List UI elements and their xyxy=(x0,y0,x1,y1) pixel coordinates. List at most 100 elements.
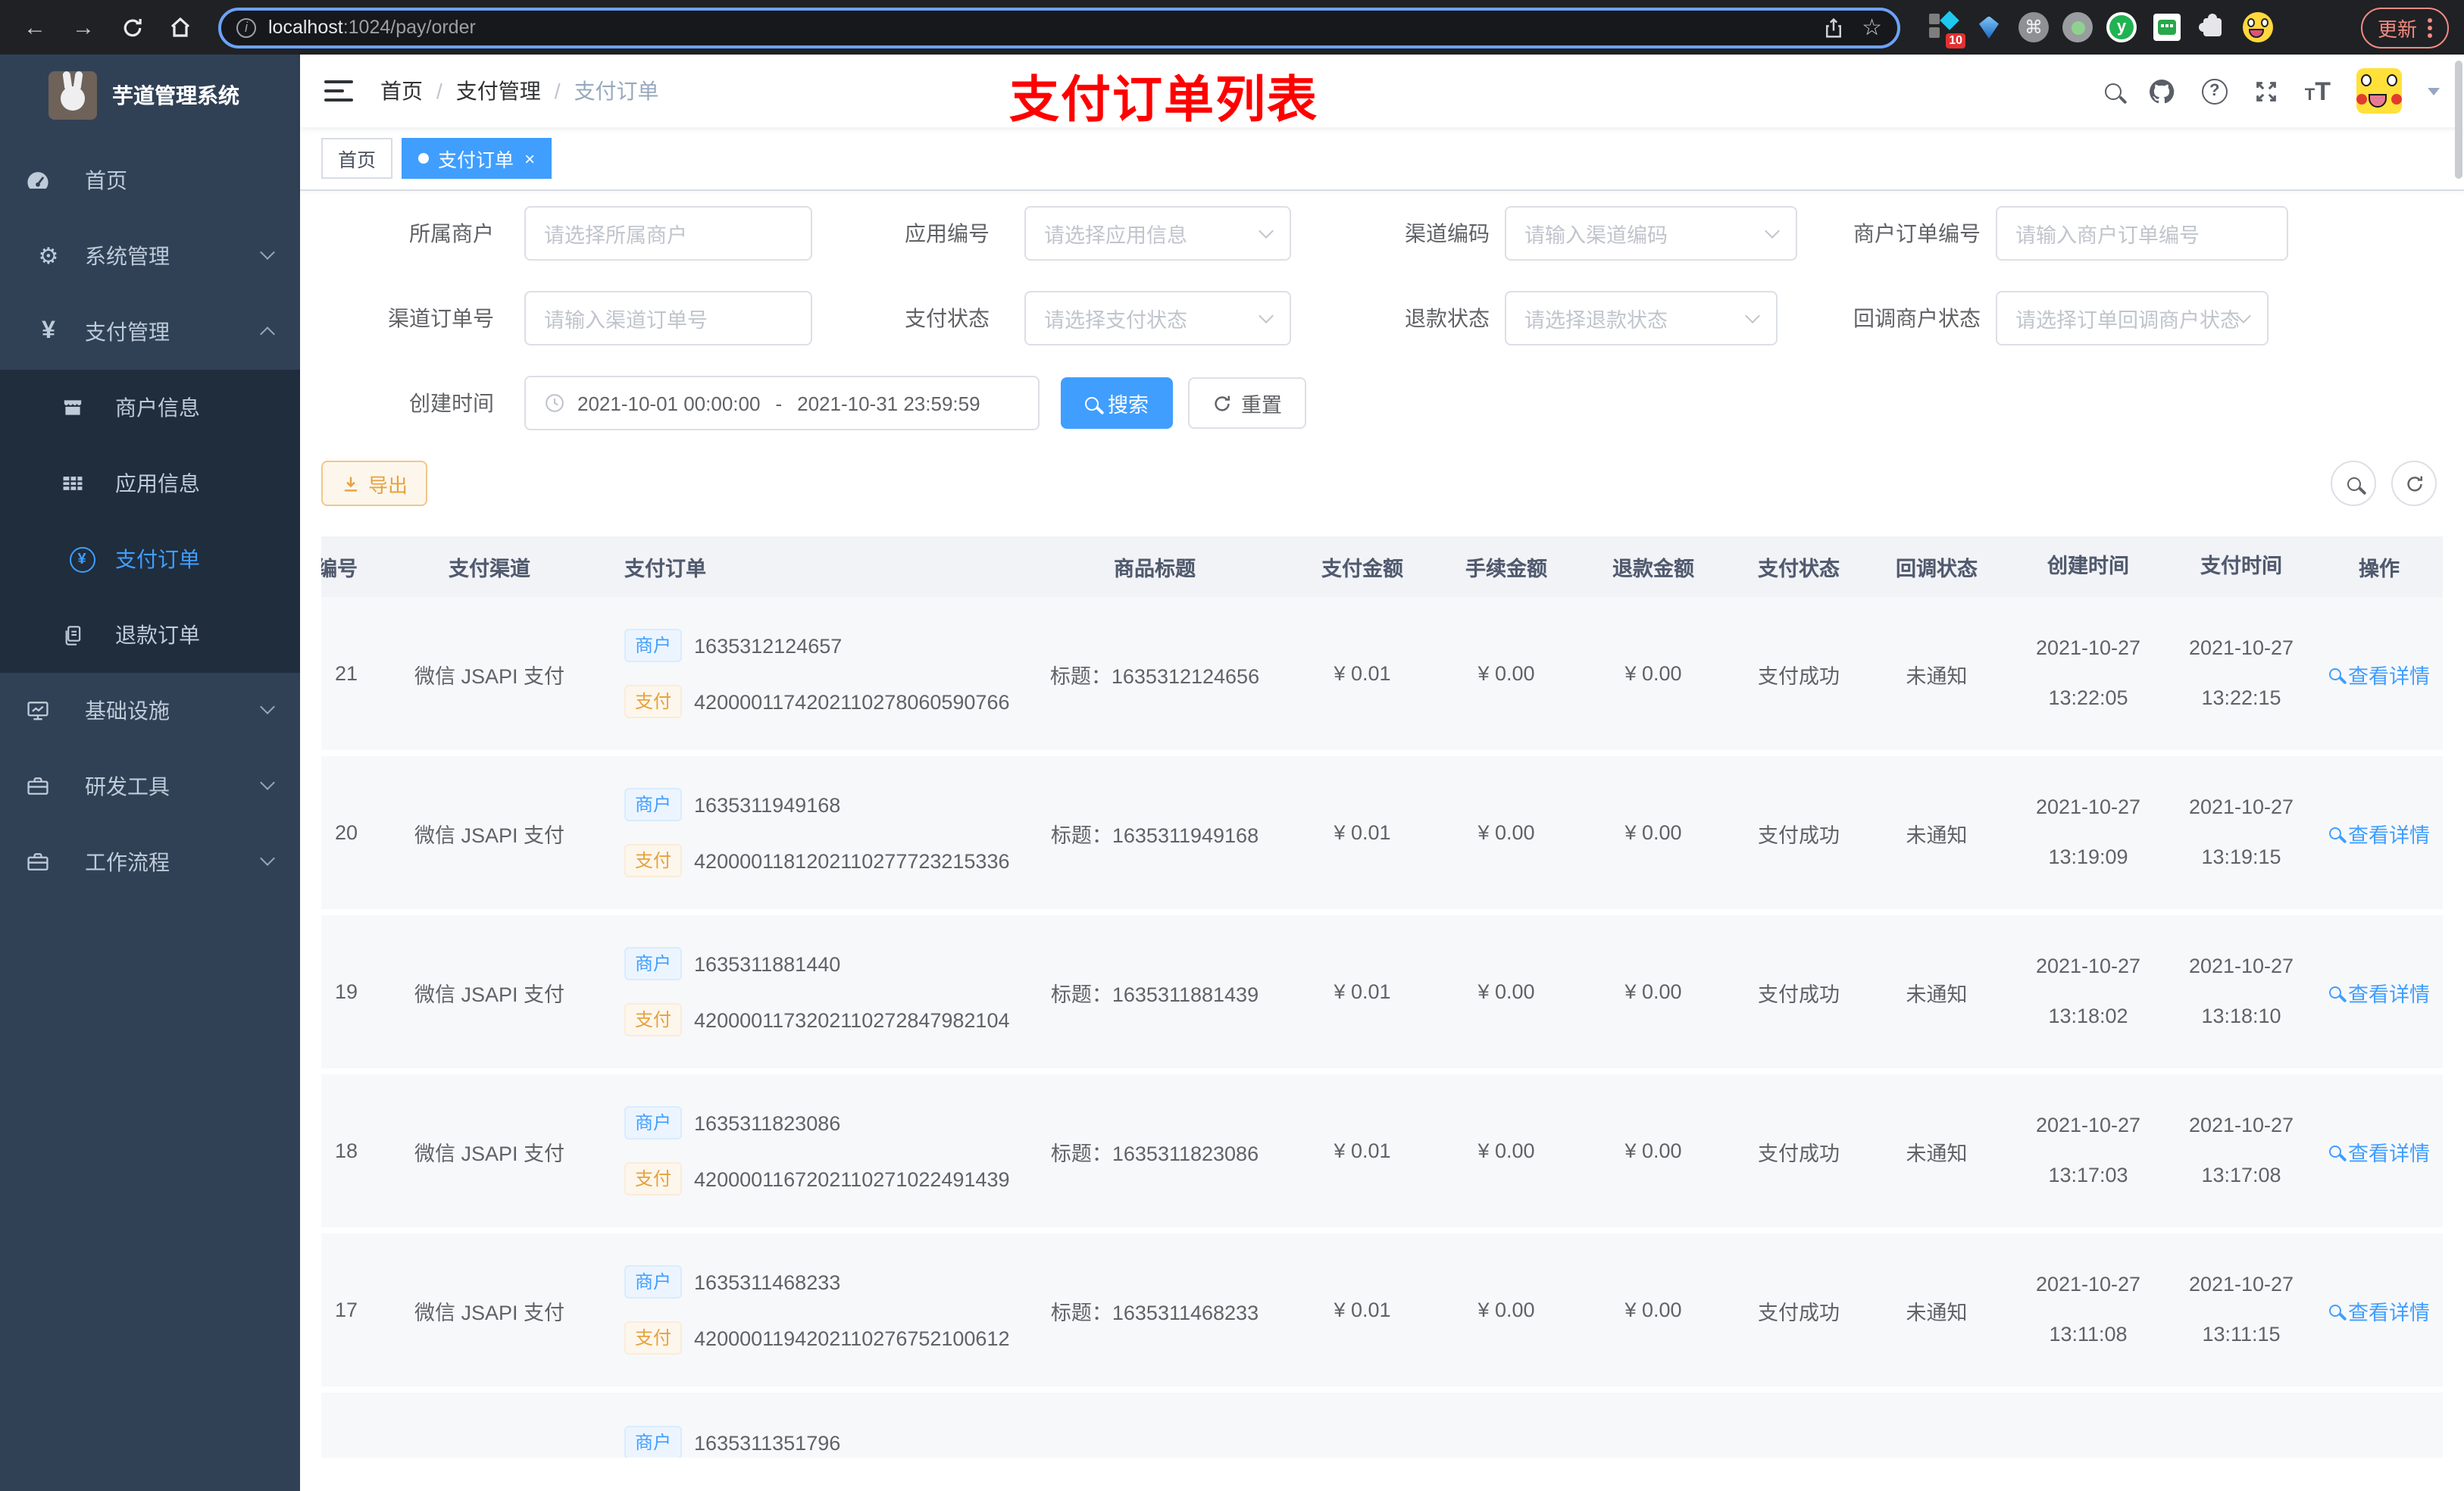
sidebar-menu: 首页 ⚙ 系统管理 ¥ 支付管理 商户信息 应用信息 ¥ 支付订单 退款订单 基… xyxy=(0,142,300,900)
pay-status-select[interactable]: 请选择支付状态 xyxy=(1024,291,1291,345)
view-detail-link[interactable]: 查看详情 xyxy=(2328,977,2430,1007)
refund-amount: ¥ 0.00 xyxy=(1624,1139,1682,1162)
tab-label: 支付订单 xyxy=(438,150,514,171)
merchant-tag: 商户 xyxy=(624,947,683,980)
view-detail-link[interactable]: 查看详情 xyxy=(2328,1136,2430,1166)
search-toggle-button[interactable] xyxy=(2331,461,2376,506)
merchant-order-no: 1635311949168 xyxy=(694,793,841,816)
extension-icon-dot[interactable] xyxy=(2062,12,2093,42)
col-header-amount: 支付金额 xyxy=(1321,558,1403,580)
export-button[interactable]: 导出 xyxy=(321,461,428,506)
fullscreen-icon[interactable] xyxy=(2253,78,2279,104)
sidebar-toggle-icon[interactable] xyxy=(324,80,353,102)
refresh-button[interactable] xyxy=(2391,461,2437,506)
monitor-icon xyxy=(27,699,64,723)
breadcrumb-section[interactable]: 支付管理 xyxy=(456,76,541,106)
view-detail-link[interactable]: 查看详情 xyxy=(2328,658,2430,689)
gear-icon: ⚙ xyxy=(38,244,59,270)
bookmark-star-icon[interactable]: ☆ xyxy=(1862,14,1882,41)
goods-title: 标题：1635311881439 xyxy=(1050,983,1259,1005)
orders-table: 编号 支付渠道 支付订单 商品标题 支付金额 手续金额 退款金额 支付状态 回调… xyxy=(321,536,2443,1458)
filter-label-pay-status: 支付状态 xyxy=(905,306,990,330)
user-menu-caret-icon[interactable] xyxy=(2428,87,2440,95)
sidebar-item-dev-tools[interactable]: 研发工具 xyxy=(0,749,300,824)
sidebar-item-merchant-info[interactable]: 商户信息 xyxy=(0,370,300,445)
share-icon[interactable] xyxy=(1822,16,1843,39)
create-time: 2021-10-27 13:22:05 xyxy=(2035,636,2141,708)
sidebar-item-label: 研发工具 xyxy=(85,774,170,799)
extension-icon-command[interactable]: ⌘ xyxy=(2018,12,2049,42)
col-header-notify: 回调状态 xyxy=(1896,558,1978,580)
pay-time: 2021-10-27 13:22:15 xyxy=(2188,636,2294,708)
goods-title: 标题：1635311823086 xyxy=(1050,1142,1259,1164)
sidebar-item-label: 退款订单 xyxy=(115,623,200,647)
col-header-channel: 支付渠道 xyxy=(449,558,530,580)
placeholder: 请选择支付状态 xyxy=(1044,309,1187,332)
merchant-tag: 商户 xyxy=(624,1426,683,1458)
forward-icon[interactable]: → xyxy=(64,8,103,47)
chevron-down-icon xyxy=(1745,308,1760,324)
extension-icon-chat[interactable] xyxy=(2150,11,2182,43)
col-header-create-time: 创建时间 xyxy=(2047,554,2129,577)
reload-icon[interactable] xyxy=(112,8,152,47)
magnifier-icon xyxy=(2328,986,2340,998)
url-host: localhost xyxy=(268,17,343,38)
browser-menu-icon[interactable] xyxy=(2428,17,2432,37)
scrollbar-thumb[interactable] xyxy=(2455,61,2462,179)
home-icon[interactable] xyxy=(161,8,200,47)
order-id: 19 xyxy=(334,980,358,1003)
pay-channel: 微信 JSAPI 支付 xyxy=(414,824,564,846)
back-icon[interactable]: ← xyxy=(15,8,55,47)
breadcrumb-home[interactable]: 首页 xyxy=(380,76,423,106)
sidebar-item-home[interactable]: 首页 xyxy=(0,142,300,218)
view-detail-link[interactable]: 查看详情 xyxy=(2328,817,2430,848)
github-icon[interactable] xyxy=(2147,77,2176,105)
sidebar-item-infra[interactable]: 基础设施 xyxy=(0,673,300,749)
search-icon[interactable] xyxy=(2104,83,2122,99)
site-info-icon[interactable]: i xyxy=(236,17,256,37)
app-select[interactable]: 请选择应用信息 xyxy=(1024,206,1291,261)
reset-button[interactable]: 重置 xyxy=(1188,377,1306,429)
channel-code-select[interactable]: 请输入渠道编码 xyxy=(1505,206,1797,261)
share-glyph xyxy=(1825,17,1841,37)
fee-amount: ¥ 0.00 xyxy=(1477,980,1535,1003)
filter-row-3: 创建时间 2021-10-01 00:00:00 - 2021-10-31 23… xyxy=(321,376,2443,430)
user-avatar[interactable] xyxy=(2356,68,2402,114)
table-row-partial: 商户 1635311351796 xyxy=(321,1393,2443,1458)
channel-order-no-input[interactable]: 请输入渠道订单号 xyxy=(524,291,812,345)
sidebar-item-pay[interactable]: ¥ 支付管理 xyxy=(0,294,300,370)
merchant-order-no-input[interactable]: 请输入商户订单编号 xyxy=(1996,206,2288,261)
pay-channel: 微信 JSAPI 支付 xyxy=(414,1301,564,1324)
create-time-range-picker[interactable]: 2021-10-01 00:00:00 - 2021-10-31 23:59:5… xyxy=(524,376,1040,430)
refund-status-select[interactable]: 请选择退款状态 xyxy=(1505,291,1778,345)
browser-update-button[interactable]: 更新 xyxy=(2360,7,2449,48)
app-logo-row[interactable]: 芋道管理系统 xyxy=(0,55,300,136)
sidebar-item-workflow[interactable]: 工作流程 xyxy=(0,824,300,900)
sidebar-item-refund-order[interactable]: 退款订单 xyxy=(0,597,300,673)
tab-home[interactable]: 首页 xyxy=(321,138,393,179)
sidebar-item-system[interactable]: ⚙ 系统管理 xyxy=(0,218,300,294)
merchant-tag: 商户 xyxy=(624,1106,683,1139)
extension-icon-diamond[interactable]: 10 xyxy=(1928,10,1965,48)
merchant-select[interactable]: 请选择所属商户 xyxy=(524,206,812,261)
sidebar-item-label: 应用信息 xyxy=(115,471,200,495)
sidebar-item-pay-order[interactable]: ¥ 支付订单 xyxy=(0,521,300,597)
grid-icon xyxy=(63,471,97,495)
extension-icon-y[interactable]: y xyxy=(2106,12,2137,42)
extension-icon-puzzle[interactable] xyxy=(2196,11,2228,43)
pay-amount: ¥ 0.01 xyxy=(1334,1139,1391,1162)
sidebar-item-app-info[interactable]: 应用信息 xyxy=(0,445,300,521)
notify-status-select[interactable]: 请选择订单回调商户状态 xyxy=(1996,291,2269,345)
font-size-icon[interactable]: TT xyxy=(2305,78,2331,104)
chevron-down-icon xyxy=(260,775,275,790)
extension-icon-gem[interactable] xyxy=(1973,11,2005,43)
help-icon[interactable]: ? xyxy=(2201,78,2228,104)
extension-icon-emoji[interactable] xyxy=(2241,11,2273,43)
view-detail-link[interactable]: 查看详情 xyxy=(2328,1295,2430,1325)
tab-close-icon[interactable]: × xyxy=(524,149,535,167)
toolbox-icon xyxy=(27,850,64,874)
address-bar[interactable]: i localhost:1024/pay/order ☆ xyxy=(218,7,1900,48)
col-header-fee: 手续金额 xyxy=(1465,558,1547,580)
search-button[interactable]: 搜索 xyxy=(1061,377,1173,429)
tab-pay-order[interactable]: 支付订单 × xyxy=(402,138,552,179)
